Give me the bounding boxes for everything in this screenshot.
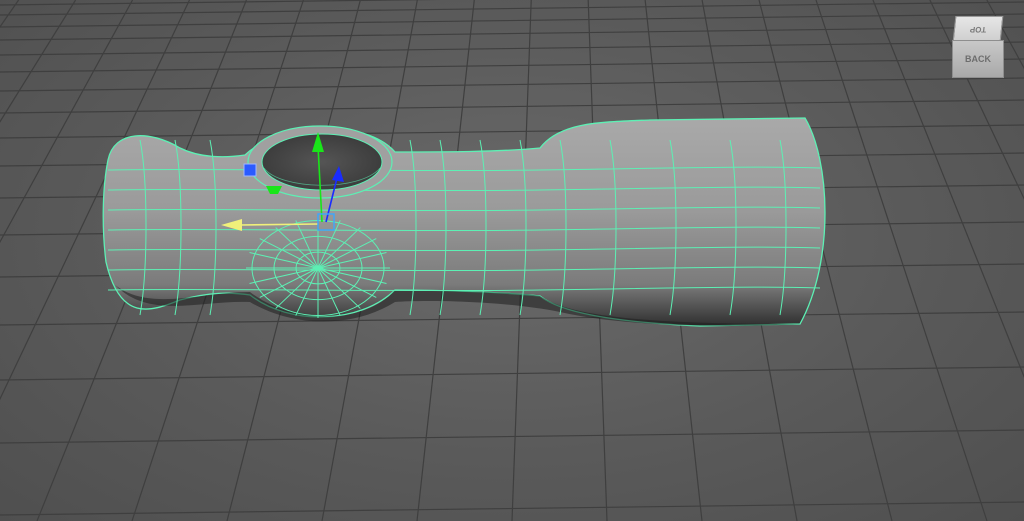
mesh-object[interactable]	[102, 117, 826, 327]
viewcube-top-label: TOP	[969, 24, 987, 34]
viewcube-front-label: BACK	[965, 54, 991, 64]
viewcube-top-face[interactable]: TOP	[952, 16, 1004, 42]
x-axis-handle[interactable]	[239, 223, 319, 226]
mesh-hole	[261, 133, 383, 191]
3d-viewport[interactable]: TOP BACK	[0, 0, 1024, 521]
rotate-handle-blue[interactable]	[243, 163, 257, 177]
scene-canvas[interactable]	[0, 0, 1024, 521]
viewcube[interactable]: TOP BACK	[952, 16, 1004, 78]
viewcube-front-face[interactable]: BACK	[952, 40, 1004, 78]
